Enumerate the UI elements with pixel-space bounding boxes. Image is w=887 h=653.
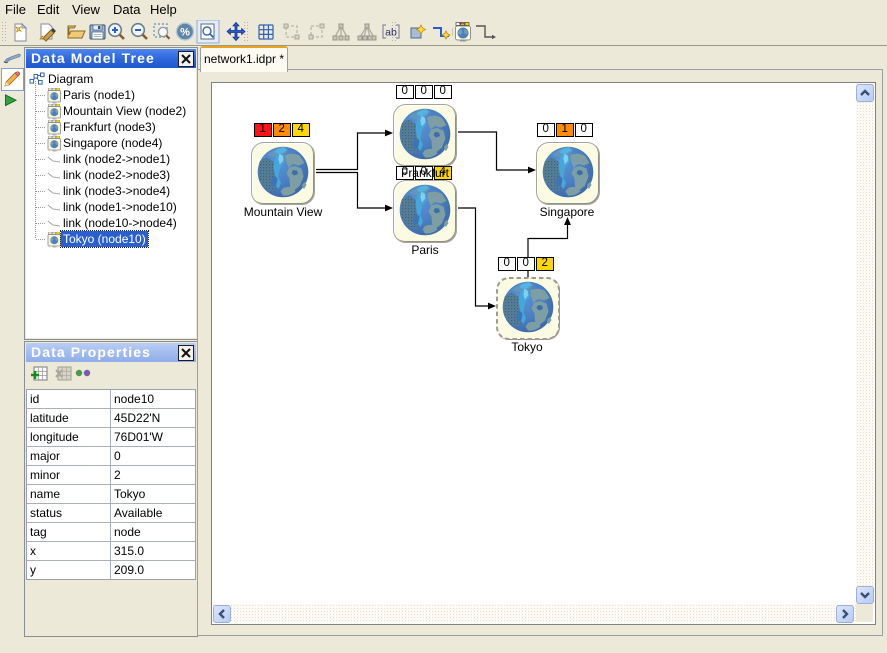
svg-text:ab: ab (385, 27, 397, 39)
svg-text:%: % (180, 27, 190, 39)
